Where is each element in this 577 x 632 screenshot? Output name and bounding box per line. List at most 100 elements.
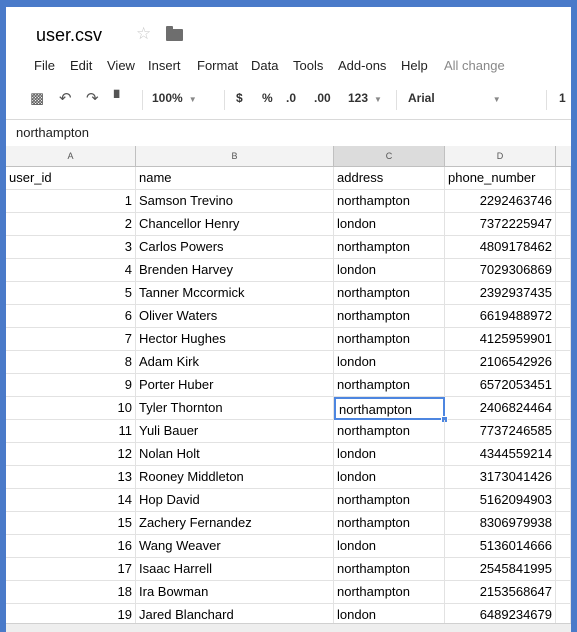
cell-empty[interactable] — [556, 236, 571, 259]
cell-name[interactable]: Adam Kirk — [136, 351, 334, 374]
cell-address[interactable]: london — [334, 351, 445, 374]
cell-address[interactable]: northampton — [334, 328, 445, 351]
menu-addons[interactable]: Add-ons — [338, 58, 386, 73]
cell-user-id[interactable]: 10 — [6, 397, 136, 420]
cell-phone[interactable]: 4809178462 — [445, 236, 556, 259]
cell-name[interactable]: Zachery Fernandez — [136, 512, 334, 535]
header-cell[interactable]: phone_number — [445, 167, 556, 190]
cell-address[interactable]: northampton — [334, 489, 445, 512]
cell-user-id[interactable]: 17 — [6, 558, 136, 581]
cell-empty[interactable] — [556, 328, 571, 351]
cell-phone[interactable]: 6619488972 — [445, 305, 556, 328]
cell-name[interactable]: Carlos Powers — [136, 236, 334, 259]
cell-phone[interactable]: 2153568647 — [445, 581, 556, 604]
cell-phone[interactable]: 5136014666 — [445, 535, 556, 558]
column-header-d[interactable]: D — [445, 146, 556, 166]
cell-name[interactable]: Oliver Waters — [136, 305, 334, 328]
cell-address[interactable]: london — [334, 466, 445, 489]
font-select[interactable]: Arial ▼ — [408, 91, 501, 105]
cell-empty[interactable] — [556, 282, 571, 305]
cell-name[interactable]: Rooney Middleton — [136, 466, 334, 489]
currency-format-button[interactable]: $ — [236, 91, 243, 105]
cell-address[interactable]: london — [334, 535, 445, 558]
menu-edit[interactable]: Edit — [70, 58, 92, 73]
cell-address[interactable]: northampton — [334, 190, 445, 213]
cell-user-id[interactable]: 2 — [6, 213, 136, 236]
cell-empty[interactable] — [556, 466, 571, 489]
cell-user-id[interactable]: 18 — [6, 581, 136, 604]
save-status[interactable]: All change — [444, 58, 505, 73]
cell-address[interactable]: northampton — [334, 282, 445, 305]
cell-phone[interactable]: 2106542926 — [445, 351, 556, 374]
menu-help[interactable]: Help — [401, 58, 428, 73]
cell-name[interactable]: Tanner Mccormick — [136, 282, 334, 305]
cell-empty[interactable] — [556, 397, 571, 420]
font-size-select[interactable]: 1 — [559, 91, 566, 105]
cell-empty[interactable] — [556, 420, 571, 443]
cell-empty[interactable] — [556, 535, 571, 558]
star-icon[interactable]: ☆ — [136, 24, 151, 44]
cell-empty[interactable] — [556, 512, 571, 535]
more-formats-select[interactable]: 123 ▼ — [348, 91, 382, 105]
cell-phone[interactable]: 4125959901 — [445, 328, 556, 351]
cell-address[interactable]: northampton — [334, 420, 445, 443]
cell-phone[interactable]: 8306979938 — [445, 512, 556, 535]
header-cell[interactable] — [556, 167, 571, 190]
cell-phone[interactable]: 7737246585 — [445, 420, 556, 443]
cell-user-id[interactable]: 4 — [6, 259, 136, 282]
cell-address[interactable]: london — [334, 213, 445, 236]
cell-user-id[interactable]: 16 — [6, 535, 136, 558]
cell-name[interactable]: Yuli Bauer — [136, 420, 334, 443]
menu-file[interactable]: File — [34, 58, 55, 73]
menu-tools[interactable]: Tools — [293, 58, 323, 73]
menu-format[interactable]: Format — [197, 58, 238, 73]
header-cell[interactable]: address — [334, 167, 445, 190]
cell-user-id[interactable]: 15 — [6, 512, 136, 535]
cell-name[interactable]: Hector Hughes — [136, 328, 334, 351]
cell-phone[interactable]: 2545841995 — [445, 558, 556, 581]
cell-phone[interactable]: 2392937435 — [445, 282, 556, 305]
document-title[interactable]: user.csv — [36, 25, 102, 46]
cell-address[interactable]: northampton — [334, 581, 445, 604]
cell-name[interactable]: Brenden Harvey — [136, 259, 334, 282]
cell-empty[interactable] — [556, 558, 571, 581]
cell-empty[interactable] — [556, 213, 571, 236]
cell-name[interactable]: Hop David — [136, 489, 334, 512]
cell-user-id[interactable]: 13 — [6, 466, 136, 489]
column-header-a[interactable]: A — [6, 146, 136, 166]
cell-user-id[interactable]: 7 — [6, 328, 136, 351]
cell-empty[interactable] — [556, 374, 571, 397]
menu-view[interactable]: View — [107, 58, 135, 73]
cell-name[interactable]: Ira Bowman — [136, 581, 334, 604]
cell-user-id[interactable]: 11 — [6, 420, 136, 443]
cell-phone[interactable]: 4344559214 — [445, 443, 556, 466]
cell-phone[interactable]: 5162094903 — [445, 489, 556, 512]
cell-name[interactable]: Samson Trevino — [136, 190, 334, 213]
cell-name[interactable]: Nolan Holt — [136, 443, 334, 466]
horizontal-scrollbar[interactable] — [6, 623, 571, 632]
cell-address[interactable]: northampton — [334, 236, 445, 259]
cell-empty[interactable] — [556, 489, 571, 512]
header-cell[interactable]: name — [136, 167, 334, 190]
column-header-c[interactable]: C — [334, 146, 445, 166]
formula-bar[interactable]: northampton — [6, 120, 571, 147]
cell-user-id[interactable]: 12 — [6, 443, 136, 466]
cell-user-id[interactable]: 14 — [6, 489, 136, 512]
cell-name[interactable]: Chancellor Henry — [136, 213, 334, 236]
cell-empty[interactable] — [556, 443, 571, 466]
menu-insert[interactable]: Insert — [148, 58, 181, 73]
cell-phone[interactable]: 2406824464 — [445, 397, 556, 420]
formula-value[interactable]: northampton — [16, 125, 89, 140]
percent-format-button[interactable]: % — [262, 91, 273, 105]
cell-user-id[interactable]: 8 — [6, 351, 136, 374]
cell-address[interactable]: london — [334, 259, 445, 282]
cell-empty[interactable] — [556, 190, 571, 213]
increase-decimals-button[interactable]: .00 — [314, 91, 331, 105]
print-icon[interactable]: ▩ — [30, 89, 44, 107]
cell-address[interactable]: northampton — [334, 305, 445, 328]
paint-format-icon[interactable]: ▘ — [114, 90, 125, 107]
cell-phone[interactable]: 3173041426 — [445, 466, 556, 489]
cell-name[interactable]: Isaac Harrell — [136, 558, 334, 581]
decrease-decimals-button[interactable]: .0 — [286, 91, 296, 105]
cell-address[interactable]: northampton — [334, 512, 445, 535]
